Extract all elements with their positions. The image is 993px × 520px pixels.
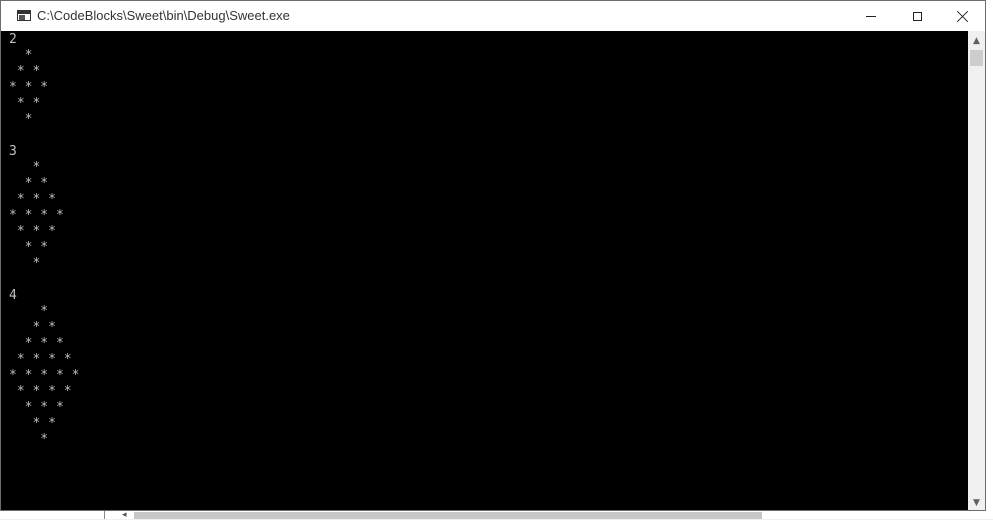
console-line: * (9, 432, 49, 447)
console-line: * * * * (9, 208, 64, 223)
title-bar[interactable]: C:\CodeBlocks\Sweet\bin\Debug\Sweet.exe (1, 1, 985, 31)
console-line: * * (9, 176, 49, 191)
console-line: * (9, 160, 41, 175)
console-line: 2 (9, 32, 17, 47)
console-line: 3 (9, 144, 17, 159)
console-line: * * (9, 320, 56, 335)
console-line: * * * * (9, 384, 72, 399)
console-line: * * * (9, 80, 49, 95)
console-line: * (9, 256, 41, 271)
maximize-icon (912, 11, 922, 21)
console-line: * * * (9, 336, 64, 351)
console-line: * * * (9, 192, 56, 207)
background-ide-right-edge (986, 20, 993, 75)
scroll-up-icon[interactable]: ▲ (968, 33, 985, 49)
scroll-down-icon[interactable]: ▼ (968, 495, 985, 511)
scrollbar-thumb[interactable] (970, 50, 983, 66)
console-line: * * * (9, 224, 56, 239)
console-line: * * (9, 240, 49, 255)
console-line: * * (9, 96, 41, 111)
maximize-button[interactable] (894, 1, 940, 31)
console-line: 4 (9, 288, 17, 303)
console-line: * (9, 112, 33, 127)
console-line: * (9, 304, 49, 319)
console-window: C:\CodeBlocks\Sweet\bin\Debug\Sweet.exe … (0, 0, 986, 511)
console-line: * * * * * (9, 368, 80, 383)
console-output-area[interactable]: 2 * * * * * * * * * 3 * * * * * * * * * * *… (8, 31, 968, 510)
console-line: * (9, 48, 33, 63)
background-horizontal-scrollbar (134, 512, 762, 519)
close-button[interactable] (940, 1, 986, 31)
close-icon (957, 10, 969, 22)
console-line: * * * (9, 400, 64, 415)
background-ide-divider (104, 511, 105, 519)
vertical-scrollbar[interactable]: ▲ ▼ (968, 31, 985, 510)
minimize-icon (866, 15, 876, 17)
minimize-button[interactable] (848, 1, 894, 31)
console-line: * * (9, 64, 41, 79)
console-app-icon (17, 10, 31, 21)
console-line: * * (9, 416, 56, 431)
console-output-text: 2 * * * * * * * * * 3 * * * * * * * * * * *… (8, 31, 968, 448)
console-line: * * * * (9, 352, 72, 367)
window-title: C:\CodeBlocks\Sweet\bin\Debug\Sweet.exe (37, 8, 290, 23)
